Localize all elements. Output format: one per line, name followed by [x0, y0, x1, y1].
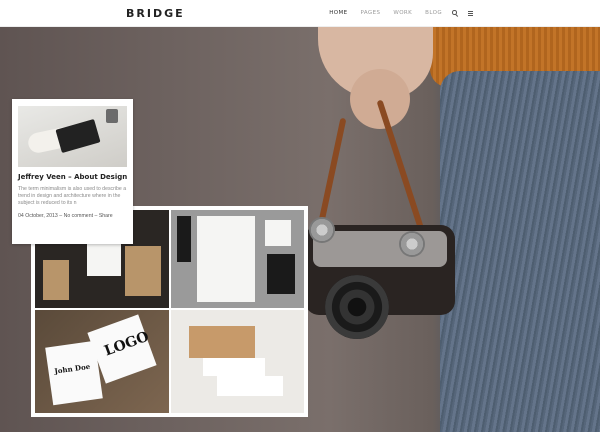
- meta-separator: –: [59, 213, 63, 219]
- post-meta: 04 October, 2013 – No comment – Share: [18, 213, 113, 219]
- post-title[interactable]: Jeffrey Veen – About Design: [18, 173, 127, 181]
- post-thumbnail[interactable]: [18, 106, 127, 167]
- menu-icon[interactable]: [468, 10, 474, 16]
- meta-separator: –: [94, 213, 98, 219]
- nav-item-pages[interactable]: PAGES: [361, 10, 381, 16]
- share-link[interactable]: Share: [99, 213, 113, 219]
- mockup-quadrant-bottom-right: [171, 310, 304, 413]
- mockup-quadrant-bottom-left: John Doe LOGO: [35, 310, 169, 413]
- nav-item-home[interactable]: HOME: [329, 10, 347, 16]
- camera: [305, 217, 455, 339]
- search-icon[interactable]: [452, 10, 458, 17]
- blog-post-card[interactable]: Jeffrey Veen – About Design The term min…: [12, 99, 133, 244]
- main-nav: HOME PAGES WORK BLOG: [316, 10, 474, 17]
- comments-link[interactable]: No comment: [64, 213, 93, 219]
- site-header: BRIDGE HOME PAGES WORK BLOG: [0, 0, 600, 27]
- post-excerpt: The term minimalism is also used to desc…: [18, 186, 127, 207]
- site-logo[interactable]: BRIDGE: [126, 7, 185, 20]
- nav-item-work[interactable]: WORK: [393, 10, 412, 16]
- nav-item-blog[interactable]: BLOG: [425, 10, 442, 16]
- mockup-quadrant-top-right: [171, 210, 304, 308]
- post-date: 04 October, 2013: [18, 213, 58, 219]
- jeans: [440, 71, 600, 432]
